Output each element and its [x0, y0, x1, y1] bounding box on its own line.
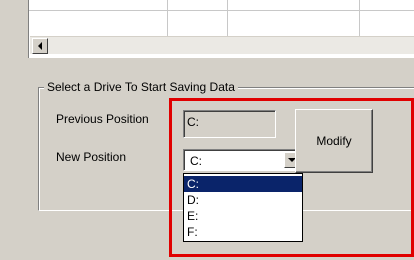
highlight-annotation: [169, 98, 414, 257]
scroll-left-button[interactable]: [32, 38, 48, 54]
grid-line: [167, 0, 168, 36]
previous-position-label: Previous Position: [56, 112, 149, 126]
horizontal-scrollbar[interactable]: [30, 36, 414, 54]
grid-line: [29, 10, 414, 11]
new-position-label: New Position: [56, 150, 127, 164]
grid-line: [227, 0, 228, 36]
group-title: Select a Drive To Start Saving Data: [44, 80, 238, 94]
left-arrow-icon: [38, 42, 42, 50]
grid-line: [359, 0, 360, 36]
